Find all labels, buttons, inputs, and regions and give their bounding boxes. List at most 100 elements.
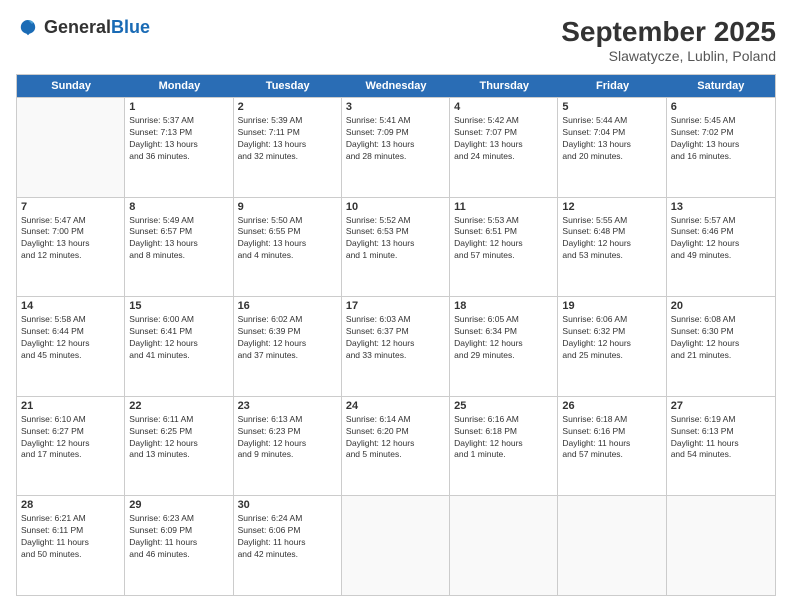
calendar-week: 14 Sunrise: 5:58 AM Sunset: 6:44 PM Dayli… (17, 296, 775, 396)
calendar-cell: 7 Sunrise: 5:47 AM Sunset: 7:00 PM Daylig… (17, 198, 125, 297)
calendar-cell: 27 Sunrise: 6:19 AM Sunset: 6:13 PM Dayli… (667, 397, 775, 496)
calendar-cell: 3 Sunrise: 5:41 AM Sunset: 7:09 PM Daylig… (342, 98, 450, 197)
calendar-cell: 14 Sunrise: 5:58 AM Sunset: 6:44 PM Dayli… (17, 297, 125, 396)
calendar-cell: 26 Sunrise: 6:18 AM Sunset: 6:16 PM Dayli… (558, 397, 666, 496)
day-number: 28 (21, 499, 120, 511)
calendar-cell: 24Sunrise: 6:14 AM Sunset: 6:20 PM Dayli… (342, 397, 450, 496)
weekday-header: Friday (558, 75, 666, 97)
location: Slawatycze, Lublin, Poland (561, 48, 776, 64)
calendar-cell: 4 Sunrise: 5:42 AM Sunset: 7:07 PM Daylig… (450, 98, 558, 197)
logo-blue: Blue (111, 17, 150, 37)
weekday-header: Saturday (667, 75, 775, 97)
calendar-week: 28 Sunrise: 6:21 AM Sunset: 6:11 PM Dayli… (17, 495, 775, 595)
calendar-week: 7 Sunrise: 5:47 AM Sunset: 7:00 PM Daylig… (17, 197, 775, 297)
day-info: Sunrise: 6:10 AM Sunset: 6:27 PM Dayligh… (21, 414, 120, 462)
day-number: 19 (562, 300, 661, 312)
day-number: 9 (238, 201, 337, 213)
weekday-header: Monday (125, 75, 233, 97)
day-number: 22 (129, 400, 228, 412)
logo-icon (16, 16, 40, 40)
day-info: Sunrise: 6:06 AM Sunset: 6:32 PM Dayligh… (562, 314, 661, 362)
day-info: Sunrise: 6:05 AM Sunset: 6:34 PM Dayligh… (454, 314, 553, 362)
weekday-header: Thursday (450, 75, 558, 97)
day-info: Sunrise: 5:50 AM Sunset: 6:55 PM Dayligh… (238, 215, 337, 263)
logo-text: GeneralBlue (44, 18, 150, 38)
day-info: Sunrise: 5:45 AM Sunset: 7:02 PM Dayligh… (671, 115, 771, 163)
calendar-cell: 30Sunrise: 6:24 AM Sunset: 6:06 PM Dayli… (234, 496, 342, 595)
calendar-week: 21 Sunrise: 6:10 AM Sunset: 6:27 PM Dayli… (17, 396, 775, 496)
weekday-header: Wednesday (342, 75, 450, 97)
day-number: 1 (129, 101, 228, 113)
day-info: Sunrise: 5:49 AM Sunset: 6:57 PM Dayligh… (129, 215, 228, 263)
calendar-cell: 23Sunrise: 6:13 AM Sunset: 6:23 PM Dayli… (234, 397, 342, 496)
day-number: 18 (454, 300, 553, 312)
weekday-header: Tuesday (234, 75, 342, 97)
day-number: 29 (129, 499, 228, 511)
day-number: 15 (129, 300, 228, 312)
calendar-cell (450, 496, 558, 595)
calendar-cell: 28 Sunrise: 6:21 AM Sunset: 6:11 PM Dayli… (17, 496, 125, 595)
day-info: Sunrise: 5:57 AM Sunset: 6:46 PM Dayligh… (671, 215, 771, 263)
calendar-header: SundayMondayTuesdayWednesdayThursdayFrid… (17, 75, 775, 97)
day-number: 20 (671, 300, 771, 312)
day-info: Sunrise: 6:08 AM Sunset: 6:30 PM Dayligh… (671, 314, 771, 362)
calendar-cell: 9 Sunrise: 5:50 AM Sunset: 6:55 PM Daylig… (234, 198, 342, 297)
day-number: 16 (238, 300, 337, 312)
day-info: Sunrise: 5:58 AM Sunset: 6:44 PM Dayligh… (21, 314, 120, 362)
calendar-cell: 25Sunrise: 6:16 AM Sunset: 6:18 PM Dayli… (450, 397, 558, 496)
day-info: Sunrise: 6:11 AM Sunset: 6:25 PM Dayligh… (129, 414, 228, 462)
day-info: Sunrise: 6:18 AM Sunset: 6:16 PM Dayligh… (562, 414, 661, 462)
day-number: 4 (454, 101, 553, 113)
calendar-cell: 2Sunrise: 5:39 AM Sunset: 7:11 PM Daylig… (234, 98, 342, 197)
day-info: Sunrise: 5:37 AM Sunset: 7:13 PM Dayligh… (129, 115, 228, 163)
calendar-cell: 12Sunrise: 5:55 AM Sunset: 6:48 PM Dayli… (558, 198, 666, 297)
day-number: 27 (671, 400, 771, 412)
calendar-cell: 6 Sunrise: 5:45 AM Sunset: 7:02 PM Daylig… (667, 98, 775, 197)
day-info: Sunrise: 5:55 AM Sunset: 6:48 PM Dayligh… (562, 215, 661, 263)
calendar-cell: 22 Sunrise: 6:11 AM Sunset: 6:25 PM Dayli… (125, 397, 233, 496)
calendar-cell: 15 Sunrise: 6:00 AM Sunset: 6:41 PM Dayli… (125, 297, 233, 396)
day-number: 7 (21, 201, 120, 213)
calendar-cell: 19 Sunrise: 6:06 AM Sunset: 6:32 PM Dayli… (558, 297, 666, 396)
calendar-cell: 5Sunrise: 5:44 AM Sunset: 7:04 PM Daylig… (558, 98, 666, 197)
day-info: Sunrise: 5:53 AM Sunset: 6:51 PM Dayligh… (454, 215, 553, 263)
calendar: SundayMondayTuesdayWednesdayThursdayFrid… (16, 74, 776, 596)
day-info: Sunrise: 5:44 AM Sunset: 7:04 PM Dayligh… (562, 115, 661, 163)
day-info: Sunrise: 5:41 AM Sunset: 7:09 PM Dayligh… (346, 115, 445, 163)
weekday-header: Sunday (17, 75, 125, 97)
day-number: 11 (454, 201, 553, 213)
calendar-cell: 11 Sunrise: 5:53 AM Sunset: 6:51 PM Dayli… (450, 198, 558, 297)
calendar-cell: 20 Sunrise: 6:08 AM Sunset: 6:30 PM Dayli… (667, 297, 775, 396)
day-number: 26 (562, 400, 661, 412)
day-number: 13 (671, 201, 771, 213)
day-info: Sunrise: 5:42 AM Sunset: 7:07 PM Dayligh… (454, 115, 553, 163)
calendar-cell: 10Sunrise: 5:52 AM Sunset: 6:53 PM Dayli… (342, 198, 450, 297)
calendar-cell (17, 98, 125, 197)
day-number: 2 (238, 101, 337, 113)
day-info: Sunrise: 6:14 AM Sunset: 6:20 PM Dayligh… (346, 414, 445, 462)
calendar-cell: 29 Sunrise: 6:23 AM Sunset: 6:09 PM Dayli… (125, 496, 233, 595)
day-number: 21 (21, 400, 120, 412)
header: GeneralBlue September 2025 Slawatycze, L… (16, 16, 776, 64)
day-info: Sunrise: 6:16 AM Sunset: 6:18 PM Dayligh… (454, 414, 553, 462)
month-title: September 2025 (561, 16, 776, 48)
day-info: Sunrise: 6:00 AM Sunset: 6:41 PM Dayligh… (129, 314, 228, 362)
logo-general: General (44, 17, 111, 37)
day-info: Sunrise: 5:52 AM Sunset: 6:53 PM Dayligh… (346, 215, 445, 263)
day-number: 17 (346, 300, 445, 312)
day-number: 3 (346, 101, 445, 113)
day-info: Sunrise: 5:47 AM Sunset: 7:00 PM Dayligh… (21, 215, 120, 263)
calendar-cell (342, 496, 450, 595)
day-info: Sunrise: 6:19 AM Sunset: 6:13 PM Dayligh… (671, 414, 771, 462)
day-info: Sunrise: 6:23 AM Sunset: 6:09 PM Dayligh… (129, 513, 228, 561)
day-number: 6 (671, 101, 771, 113)
day-number: 14 (21, 300, 120, 312)
day-info: Sunrise: 6:21 AM Sunset: 6:11 PM Dayligh… (21, 513, 120, 561)
day-info: Sunrise: 6:03 AM Sunset: 6:37 PM Dayligh… (346, 314, 445, 362)
calendar-cell: 13 Sunrise: 5:57 AM Sunset: 6:46 PM Dayli… (667, 198, 775, 297)
calendar-cell: 18 Sunrise: 6:05 AM Sunset: 6:34 PM Dayli… (450, 297, 558, 396)
day-number: 23 (238, 400, 337, 412)
calendar-cell: 1 Sunrise: 5:37 AM Sunset: 7:13 PM Daylig… (125, 98, 233, 197)
day-number: 8 (129, 201, 228, 213)
calendar-cell: 21 Sunrise: 6:10 AM Sunset: 6:27 PM Dayli… (17, 397, 125, 496)
